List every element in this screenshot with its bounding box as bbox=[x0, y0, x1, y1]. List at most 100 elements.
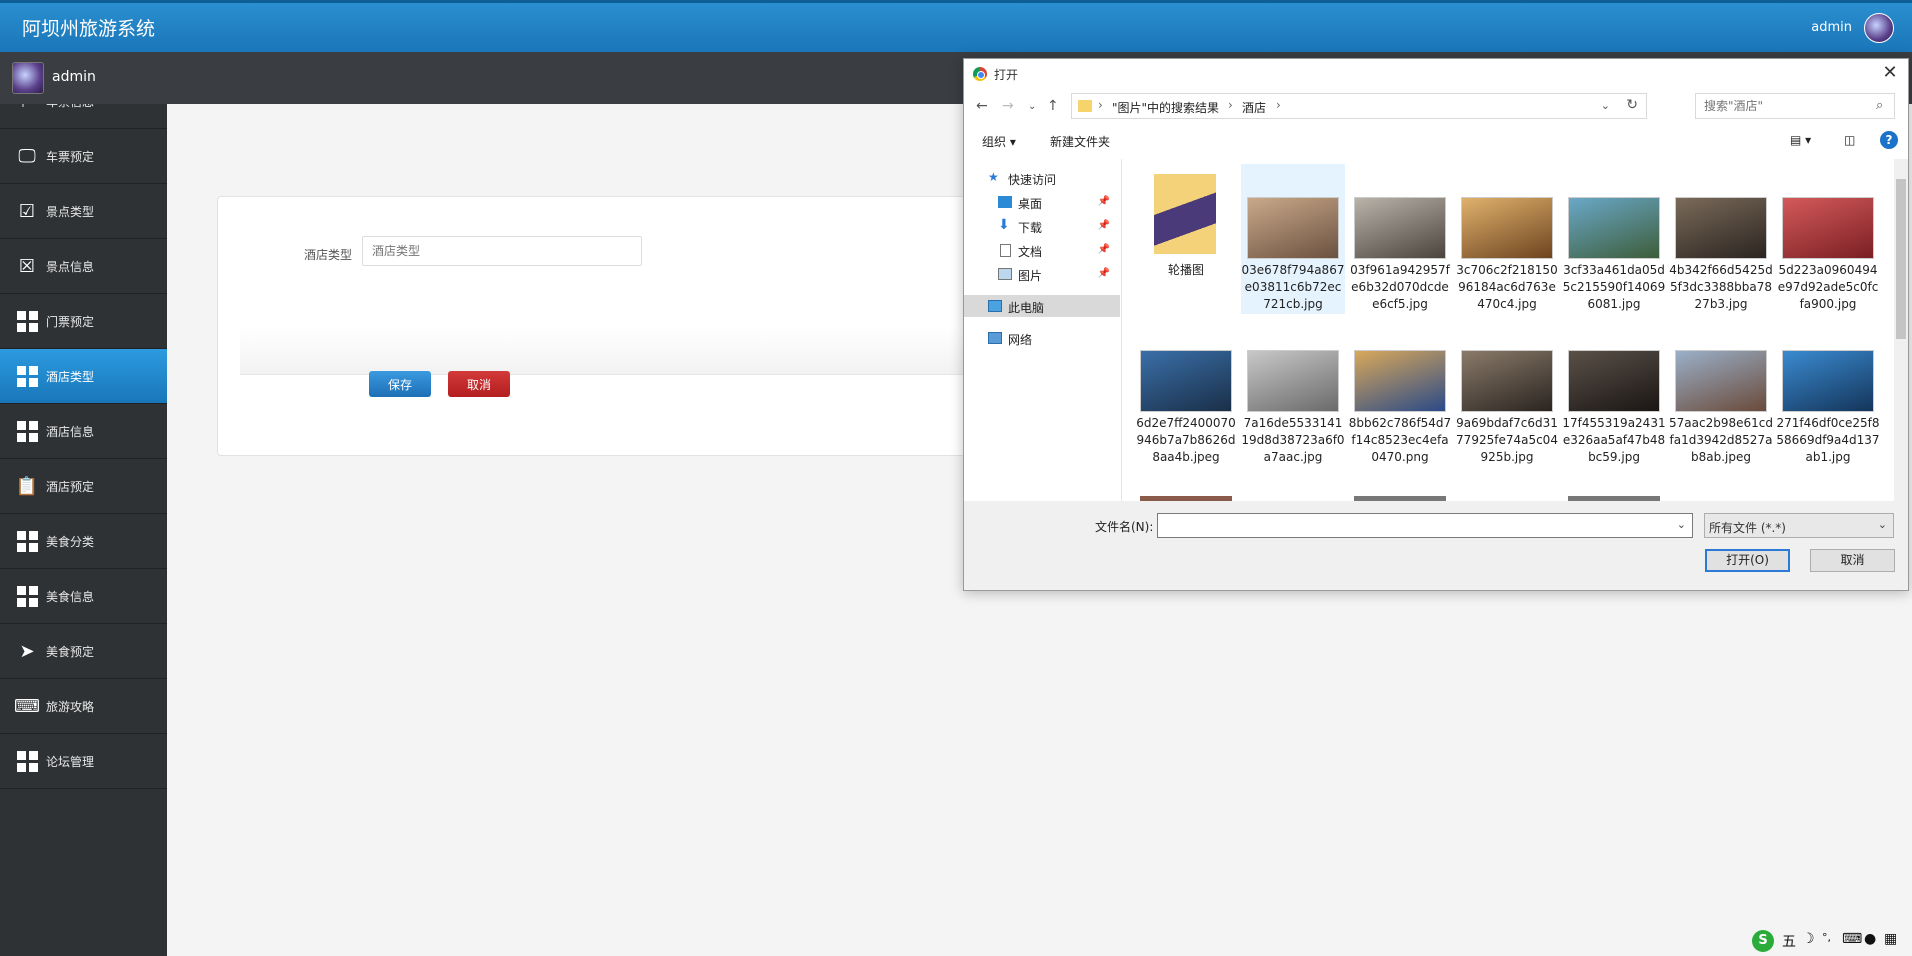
close-icon[interactable]: ✕ bbox=[1878, 62, 1902, 83]
save-button[interactable]: 保存 bbox=[369, 371, 431, 397]
computer-icon bbox=[988, 300, 1002, 312]
nav-this-pc[interactable]: 此电脑 bbox=[964, 295, 1120, 317]
image-thumbnail bbox=[1675, 350, 1767, 412]
preview-pane-icon[interactable]: ◫ bbox=[1844, 133, 1855, 147]
grid-icon bbox=[16, 310, 38, 332]
navigation-pane: ★ 快速访问 桌面 📌 ⬇ 下载 📌 文档 📌 图片 📌 此电脑 网络 bbox=[964, 159, 1122, 501]
ime-mode[interactable]: 五 bbox=[1782, 931, 1796, 951]
file-item[interactable]: 271f46df0ce25f858669df9a4d137ab1.jpg bbox=[1776, 317, 1880, 467]
image-thumbnail bbox=[1461, 197, 1553, 259]
sidebar-item[interactable]: ⚑ 车票信息 bbox=[0, 104, 167, 129]
sidebar-item[interactable]: ➤ 美食预定 bbox=[0, 624, 167, 679]
sidebar-item[interactable]: 酒店类型 bbox=[0, 349, 167, 404]
sidebar-item-label: 景点信息 bbox=[46, 259, 95, 274]
sidebar-item[interactable]: 美食信息 bbox=[0, 569, 167, 624]
file-name: 轮播图 bbox=[1167, 263, 1204, 277]
nav-network[interactable]: 网络 bbox=[964, 327, 1120, 349]
star-icon: ★ bbox=[988, 170, 999, 184]
new-folder-button[interactable]: 新建文件夹 bbox=[1050, 133, 1110, 150]
dialog-titlebar[interactable]: 打开 ✕ bbox=[964, 59, 1908, 89]
pin-icon[interactable]: 📌 bbox=[1098, 196, 1110, 207]
pin-icon[interactable]: 📌 bbox=[1098, 268, 1110, 279]
file-item[interactable]: 17f455319a2431e326aa5af47b48bc59.jpg bbox=[1562, 317, 1666, 467]
file-item[interactable]: 03f961a942957fe6b32d070dcdee6cf5.jpg bbox=[1348, 164, 1452, 314]
user-icon[interactable]: ● bbox=[1864, 931, 1876, 947]
grid-icon[interactable]: ▦ bbox=[1884, 931, 1897, 947]
nav-documents[interactable]: 文档 📌 bbox=[964, 239, 1120, 261]
sidebar-item[interactable]: 📋 酒店预定 bbox=[0, 459, 167, 514]
filename-input[interactable]: ⌄ bbox=[1157, 513, 1693, 538]
file-name: 4b342f66d5425d5f3dc3388bba7827b3.jpg bbox=[1669, 263, 1773, 311]
file-item[interactable]: 5d223a0960494e97d92ade5c0fcfa900.jpg bbox=[1776, 164, 1880, 314]
organize-button[interactable]: 组织 ▾ bbox=[982, 133, 1016, 150]
folder-item[interactable]: 轮播图 bbox=[1134, 164, 1238, 314]
breadcrumb-hotel[interactable]: 酒店 bbox=[1242, 99, 1266, 116]
nav-downloads[interactable]: ⬇ 下载 📌 bbox=[964, 215, 1120, 237]
image-thumbnail bbox=[1568, 197, 1660, 259]
sidebar-username: admin bbox=[52, 69, 96, 85]
file-item[interactable]: 03e678f794a867e03811c6b72ec721cb.jpg bbox=[1241, 164, 1345, 314]
file-item[interactable]: 8bb62c786f54d7f14c8523ec4efa0470.png bbox=[1348, 317, 1452, 467]
dialog-toolbar: 组织 ▾ 新建文件夹 ▤ ▾ ◫ ? bbox=[964, 125, 1908, 155]
dialog-footer: 文件名(N): ⌄ 所有文件 (*.*) ⌄ 打开(O) 取消 bbox=[964, 501, 1908, 590]
view-options-icon[interactable]: ▤ ▾ bbox=[1790, 133, 1811, 147]
chevron-down-icon[interactable]: ⌄ bbox=[1677, 518, 1686, 531]
network-icon bbox=[988, 332, 1002, 344]
sidebar-item[interactable]: 论坛管理 bbox=[0, 734, 167, 789]
help-icon[interactable]: ? bbox=[1880, 131, 1898, 149]
up-arrow-icon[interactable]: ↑ bbox=[1047, 98, 1059, 114]
sidebar-item[interactable]: ☒ 景点信息 bbox=[0, 239, 167, 294]
sidebar-item[interactable]: 门票预定 bbox=[0, 294, 167, 349]
file-item[interactable]: 6d2e7ff2400070946b7a7b8626d8aa4b.jpeg bbox=[1134, 317, 1238, 467]
document-icon bbox=[1000, 244, 1011, 257]
file-list-scrollbar[interactable] bbox=[1894, 159, 1908, 501]
top-header: 阿坝州旅游系统 admin bbox=[0, 0, 1912, 52]
file-item[interactable]: 3cf33a461da05d5c215590f140696081.jpg bbox=[1562, 164, 1666, 314]
sidebar-item[interactable]: 酒店信息 bbox=[0, 404, 167, 459]
refresh-icon[interactable]: ↻ bbox=[1626, 97, 1638, 113]
sidebar-item[interactable]: 美食分类 bbox=[0, 514, 167, 569]
pin-icon[interactable]: 📌 bbox=[1098, 244, 1110, 255]
dialog-cancel-button[interactable]: 取消 bbox=[1810, 549, 1895, 572]
file-item[interactable]: 4b342f66d5425d5f3dc3388bba7827b3.jpg bbox=[1669, 164, 1773, 314]
file-item[interactable]: 3c706c2f21815096184ac6d763e470c4.jpg bbox=[1455, 164, 1559, 314]
punctuation-icon[interactable]: °, bbox=[1822, 931, 1831, 944]
back-arrow-icon[interactable]: ← bbox=[976, 98, 988, 114]
ime-logo-icon[interactable]: S bbox=[1752, 930, 1774, 952]
open-button[interactable]: 打开(O) bbox=[1705, 549, 1790, 572]
moon-icon[interactable]: ☽ bbox=[1802, 931, 1815, 947]
recent-dropdown-icon[interactable]: ⌄ bbox=[1028, 101, 1036, 112]
nav-desktop[interactable]: 桌面 📌 bbox=[964, 191, 1120, 213]
ime-toolbar[interactable]: S 五 ☽ °, ⌨ ● ▦ bbox=[1752, 928, 1910, 954]
forward-arrow-icon[interactable]: → bbox=[1002, 98, 1014, 114]
filetype-value: 所有文件 (*.*) bbox=[1709, 521, 1786, 535]
search-icon[interactable]: ⌕ bbox=[1876, 98, 1883, 113]
sidebar-item[interactable]: 🖵 车票预定 bbox=[0, 129, 167, 184]
header-username[interactable]: admin bbox=[1811, 20, 1852, 35]
scrollbar-thumb[interactable] bbox=[1896, 179, 1906, 339]
keyboard-icon[interactable]: ⌨ bbox=[1842, 931, 1862, 947]
sidebar-item[interactable]: ⌨ 旅游攻略 bbox=[0, 679, 167, 734]
image-thumbnail bbox=[1461, 350, 1553, 412]
pin-icon[interactable]: 📌 bbox=[1098, 220, 1110, 231]
chevron-down-icon[interactable]: ⌄ bbox=[1601, 99, 1610, 112]
header-avatar[interactable] bbox=[1864, 13, 1894, 43]
image-thumbnail bbox=[1140, 350, 1232, 412]
file-item[interactable]: 9a69bdaf7c6d3177925fe74a5c04925b.jpg bbox=[1455, 317, 1559, 467]
sidebar-item[interactable]: ☑ 景点类型 bbox=[0, 184, 167, 239]
flag-icon: ⚑ bbox=[16, 104, 38, 112]
filetype-select[interactable]: 所有文件 (*.*) ⌄ bbox=[1704, 513, 1894, 538]
cancel-button[interactable]: 取消 bbox=[448, 371, 510, 397]
sidebar: ⚑ 车票信息 🖵 车票预定 ☑ 景点类型 ☒ 景点信息门票预定酒店类型酒店信息 📋 酒店预定美食分… bbox=[0, 104, 167, 956]
address-bar[interactable]: › "图片"中的搜索结果 › 酒店 › ⌄ ↻ bbox=[1071, 93, 1647, 119]
nav-quick-access[interactable]: ★ 快速访问 bbox=[964, 167, 1120, 189]
laptop-icon: ⌨ bbox=[14, 695, 40, 717]
image-thumbnail bbox=[1782, 197, 1874, 259]
file-item[interactable]: 57aac2b98e61cdfa1d3942d8527ab8ab.jpeg bbox=[1669, 317, 1773, 467]
search-input[interactable] bbox=[1695, 93, 1895, 119]
hotel-type-input[interactable] bbox=[362, 236, 642, 266]
dialog-title: 打开 bbox=[994, 68, 1019, 82]
breadcrumb-search-results[interactable]: "图片"中的搜索结果 bbox=[1112, 99, 1219, 116]
file-item[interactable]: 7a16de553314119d8d38723a6f0a7aac.jpg bbox=[1241, 317, 1345, 467]
nav-pictures[interactable]: 图片 📌 bbox=[964, 263, 1120, 285]
